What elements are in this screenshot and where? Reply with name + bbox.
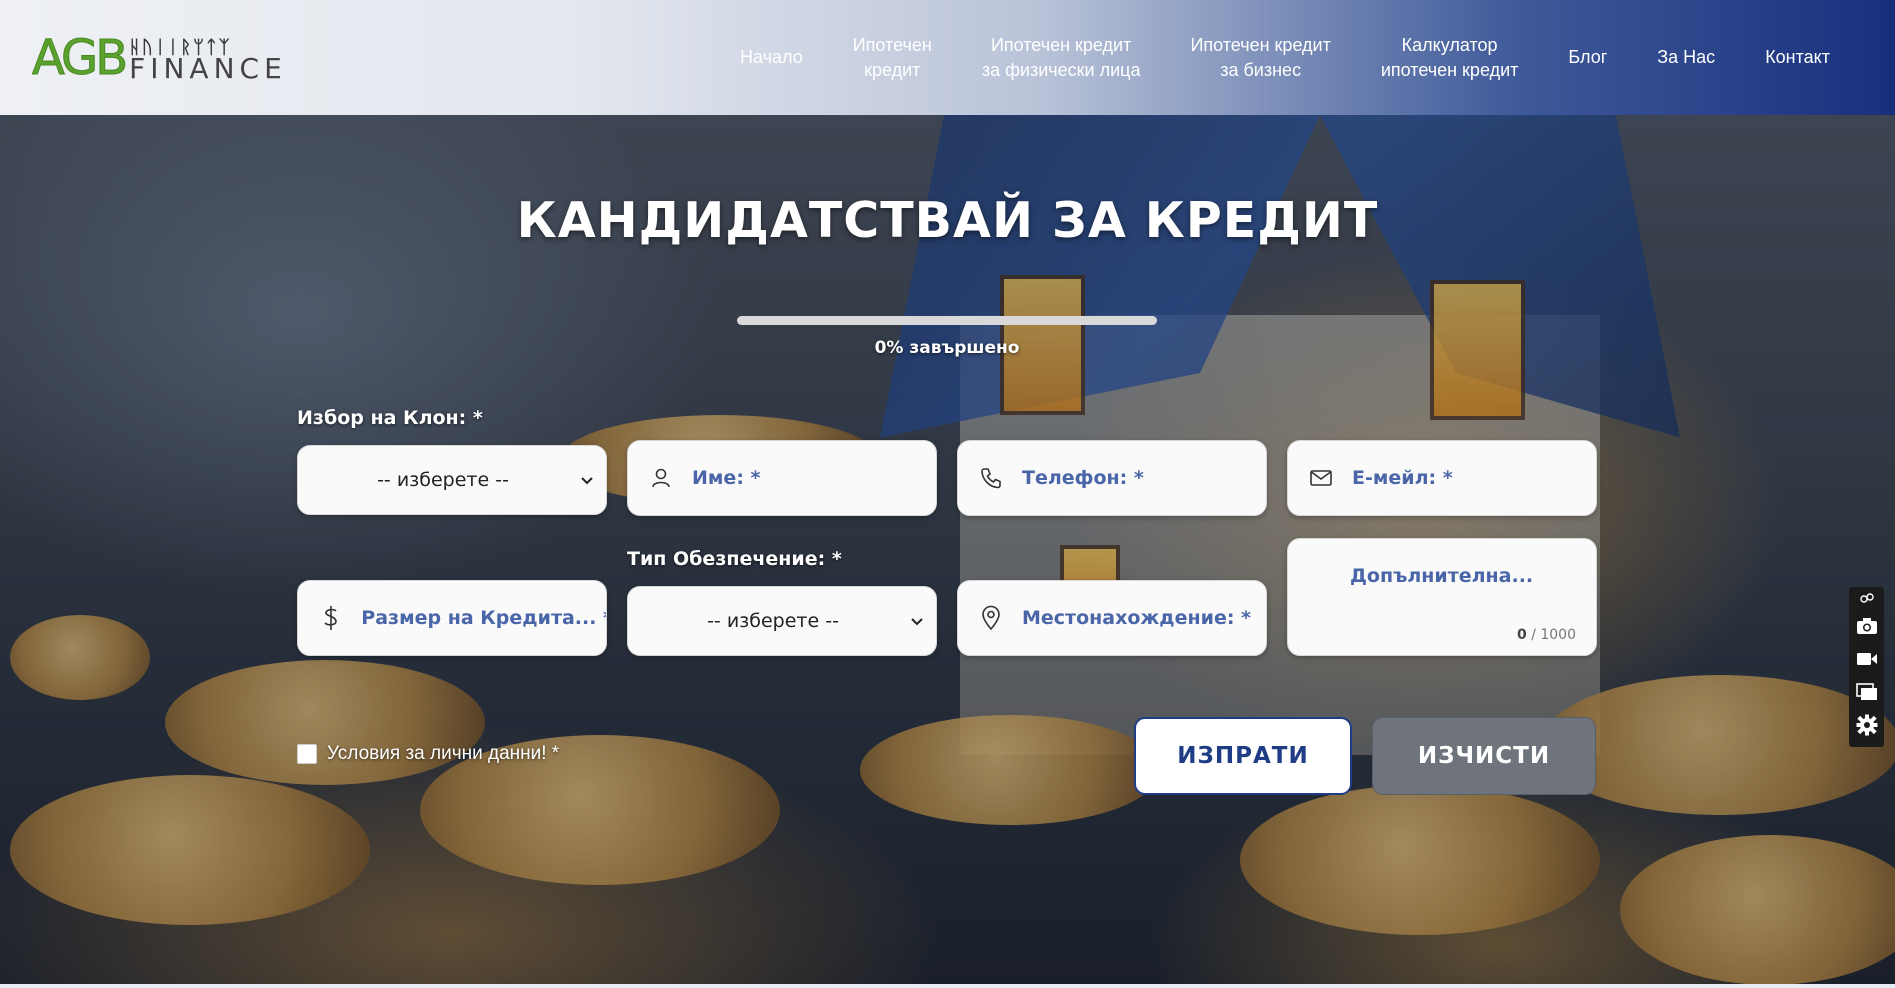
collateral-label: Тип Обезпечение: *	[627, 548, 842, 570]
additional-info-textarea[interactable]: Допълнителна... 0 / 1000	[1287, 538, 1597, 656]
branch-select[interactable]: -- изберете --	[297, 445, 607, 515]
nav-item-mortgage[interactable]: Ипотечен кредит	[828, 33, 957, 83]
page-title: КАНДИДАТСТВАЙ ЗА КРЕДИТ	[516, 192, 1379, 249]
branch-label: Избор на Клон: *	[297, 407, 483, 429]
site-header: AGB ᚺᚢᛁᛁᚱᛘᛏᛉ FINANCE Начало Ипотечен кре…	[0, 0, 1895, 115]
nav-item-blog[interactable]: Блог	[1543, 45, 1632, 70]
submit-button[interactable]: ИЗПРАТИ	[1134, 717, 1352, 795]
collateral-select[interactable]: -- изберете --	[627, 586, 937, 656]
loan-amount-placeholder: Размер на Кредита... *	[361, 607, 606, 629]
collateral-select-value: -- изберете --	[707, 610, 839, 632]
camera-icon[interactable]	[1855, 614, 1879, 638]
phone-icon	[978, 465, 1004, 491]
location-field[interactable]: Местонахождение: *	[957, 580, 1267, 656]
phone-placeholder: Телефон: *	[1022, 467, 1144, 489]
bottom-strip	[0, 984, 1895, 988]
location-placeholder: Местонахождение: *	[1022, 607, 1251, 629]
char-counter: 0 / 1000	[1517, 627, 1576, 643]
link-icon[interactable]	[1855, 591, 1879, 605]
video-icon[interactable]	[1855, 647, 1879, 671]
logo[interactable]: AGB ᚺᚢᛁᛁᚱᛘᛏᛉ FINANCE	[31, 30, 287, 86]
branch-select-value: -- изберете --	[377, 469, 509, 491]
side-toolbar	[1849, 587, 1884, 747]
logo-finance-text: FINANCE	[129, 52, 287, 85]
location-pin-icon	[978, 605, 1004, 631]
additional-info-placeholder: Допълнителна...	[1350, 565, 1534, 587]
consent-label: Условия за лични данни! *	[327, 743, 560, 764]
nav-item-about[interactable]: За Нас	[1632, 45, 1740, 70]
consent-row: Условия за лични данни! *	[297, 743, 559, 765]
phone-field[interactable]: Телефон: *	[957, 440, 1267, 516]
email-placeholder: Е-мейл: *	[1352, 467, 1453, 489]
window-icon[interactable]	[1855, 680, 1879, 704]
user-icon	[648, 465, 674, 491]
consent-checkbox[interactable]	[297, 744, 317, 764]
progress-bar	[737, 316, 1157, 325]
clear-button[interactable]: ИЗЧИСТИ	[1372, 717, 1596, 795]
email-field[interactable]: Е-мейл: *	[1287, 440, 1597, 516]
progress-label: 0% завършено	[874, 338, 1020, 358]
nav-item-mortgage-business[interactable]: Ипотечен кредит за бизнес	[1165, 33, 1355, 83]
loan-amount-field[interactable]: Размер на Кредита... *	[297, 580, 607, 656]
chevron-down-icon	[581, 477, 593, 485]
name-field[interactable]: Име: *	[627, 440, 937, 516]
logo-agb-text: AGB	[31, 30, 128, 86]
nav-item-contact[interactable]: Контакт	[1740, 45, 1855, 70]
dollar-icon	[318, 605, 343, 631]
nav-item-home[interactable]: Начало	[715, 45, 828, 70]
nav-item-mortgage-individuals[interactable]: Ипотечен кредит за физически лица	[957, 33, 1166, 83]
mail-icon	[1308, 465, 1334, 491]
gear-icon[interactable]	[1855, 713, 1879, 737]
nav-item-calculator[interactable]: Калкулатор ипотечен кредит	[1356, 33, 1544, 83]
chevron-down-icon	[911, 618, 923, 626]
name-placeholder: Име: *	[692, 467, 761, 489]
main-nav: Начало Ипотечен кредит Ипотечен кредит з…	[715, 0, 1855, 115]
